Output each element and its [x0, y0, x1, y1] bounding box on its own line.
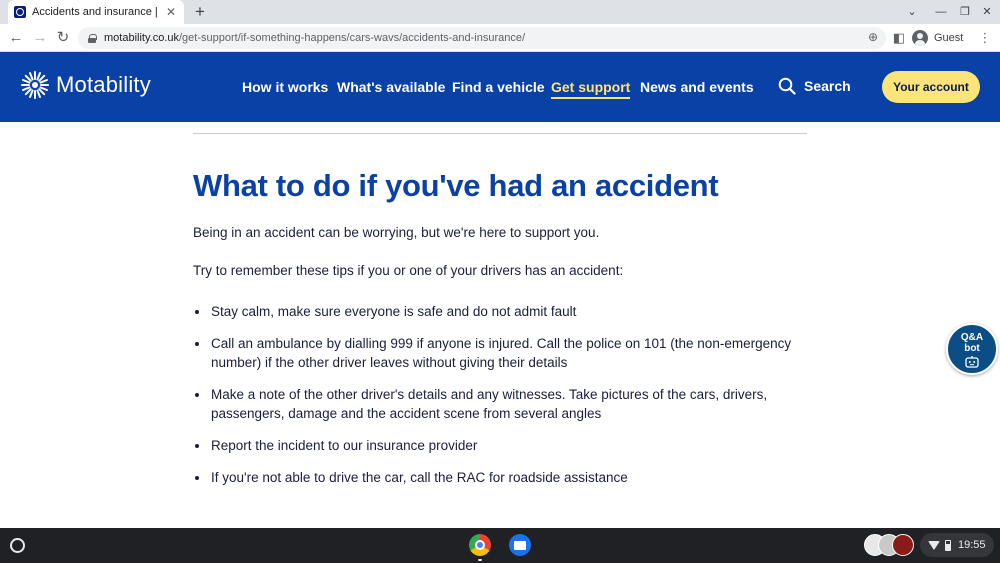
account-avatar-icon [892, 534, 914, 556]
launcher-icon[interactable] [10, 538, 25, 553]
profile-button[interactable]: Guest [912, 27, 963, 49]
qa-bot-label-line2: bot [964, 343, 980, 354]
browser-menu-icon[interactable]: ⋮ [978, 29, 992, 47]
close-window-icon[interactable]: ✕ [974, 0, 1000, 24]
clock: 19:55 [958, 539, 986, 551]
bullet-dot-icon [195, 393, 199, 397]
search-icon [778, 77, 796, 95]
zoom-icon[interactable]: ⊕ [868, 30, 878, 44]
nav-find-a-vehicle[interactable]: Find a vehicle [452, 79, 545, 95]
tips-list: Stay calm, make sure everyone is safe an… [193, 302, 793, 487]
motability-logo[interactable]: Motability [20, 70, 151, 100]
tip-text: Report the incident to our insurance pro… [211, 438, 478, 453]
site-header: Motability How it works What's available… [0, 52, 1000, 122]
lock-icon [88, 33, 97, 43]
brand-name: Motability [56, 72, 151, 97]
running-indicator [478, 559, 482, 561]
side-panel-icon[interactable]: ◧ [892, 29, 906, 47]
browser-toolbar: ← → ↻ motability.co.uk/get-support/if-so… [0, 24, 1000, 52]
tab-strip: Accidents and insurance | Motab ✕ + ⌄ — … [0, 0, 1000, 24]
tip-text: Make a note of the other driver's detail… [211, 387, 768, 421]
battery-icon [945, 539, 951, 551]
os-shelf: 19:55 [0, 528, 1000, 563]
list-item: Report the incident to our insurance pro… [193, 436, 793, 455]
url-host: motability.co.uk [104, 32, 179, 44]
intro-paragraph: Being in an accident can be worrying, bu… [193, 225, 600, 240]
search-button[interactable]: Search [778, 77, 851, 95]
browser-tab[interactable]: Accidents and insurance | Motab ✕ [8, 0, 184, 24]
chrome-app-icon[interactable] [469, 534, 491, 556]
forward-arrow-icon[interactable]: → [30, 28, 50, 48]
tip-text: If you're not able to drive the car, cal… [211, 470, 628, 485]
list-item: Call an ambulance by dialling 999 if any… [193, 334, 793, 372]
tips-lead-paragraph: Try to remember these tips if you or one… [193, 263, 624, 278]
address-bar[interactable]: motability.co.uk/get-support/if-somethin… [78, 27, 886, 49]
status-area[interactable]: 19:55 [920, 533, 994, 557]
bullet-dot-icon [195, 476, 199, 480]
back-arrow-icon[interactable]: ← [6, 28, 26, 48]
url-path: /get-support/if-something-happens/cars-w… [179, 32, 526, 44]
new-tab-button[interactable]: + [190, 2, 210, 22]
content-divider [193, 133, 807, 134]
tip-text: Call an ambulance by dialling 999 if any… [211, 336, 792, 370]
page-title: What to do if you've had an accident [193, 168, 719, 203]
list-item: Make a note of the other driver's detail… [193, 385, 793, 423]
tab-search-chevron-icon[interactable]: ⌄ [899, 0, 925, 24]
motability-sunburst-icon [21, 71, 49, 99]
wifi-icon [928, 540, 940, 550]
tab-close-icon[interactable]: ✕ [164, 5, 178, 19]
files-app-icon[interactable] [509, 534, 531, 556]
your-account-button[interactable]: Your account [882, 71, 980, 103]
tip-text: Stay calm, make sure everyone is safe an… [211, 304, 577, 319]
bullet-dot-icon [195, 342, 199, 346]
nav-news-and-events[interactable]: News and events [640, 79, 754, 95]
url-text: motability.co.uk/get-support/if-somethin… [104, 32, 525, 44]
site-favicon-icon [14, 6, 26, 18]
tab-title: Accidents and insurance | Motab [32, 6, 158, 18]
list-item: If you're not able to drive the car, cal… [193, 468, 793, 487]
search-label: Search [804, 78, 851, 94]
tray-avatars[interactable] [864, 534, 916, 556]
nav-how-it-works[interactable]: How it works [242, 79, 328, 95]
qa-bot-label-line1: Q&A [960, 332, 984, 343]
nav-get-support[interactable]: Get support [551, 79, 631, 99]
minimize-icon[interactable]: — [928, 0, 954, 24]
guest-avatar-icon [912, 30, 928, 46]
robot-icon [965, 356, 979, 368]
bullet-dot-icon [195, 444, 199, 448]
list-item: Stay calm, make sure everyone is safe an… [193, 302, 793, 321]
profile-label: Guest [934, 32, 964, 44]
reload-icon[interactable]: ↻ [53, 28, 73, 48]
nav-whats-available[interactable]: What's available [337, 79, 445, 95]
qa-bot-button[interactable]: Q&A bot [946, 323, 998, 375]
bullet-dot-icon [195, 310, 199, 314]
